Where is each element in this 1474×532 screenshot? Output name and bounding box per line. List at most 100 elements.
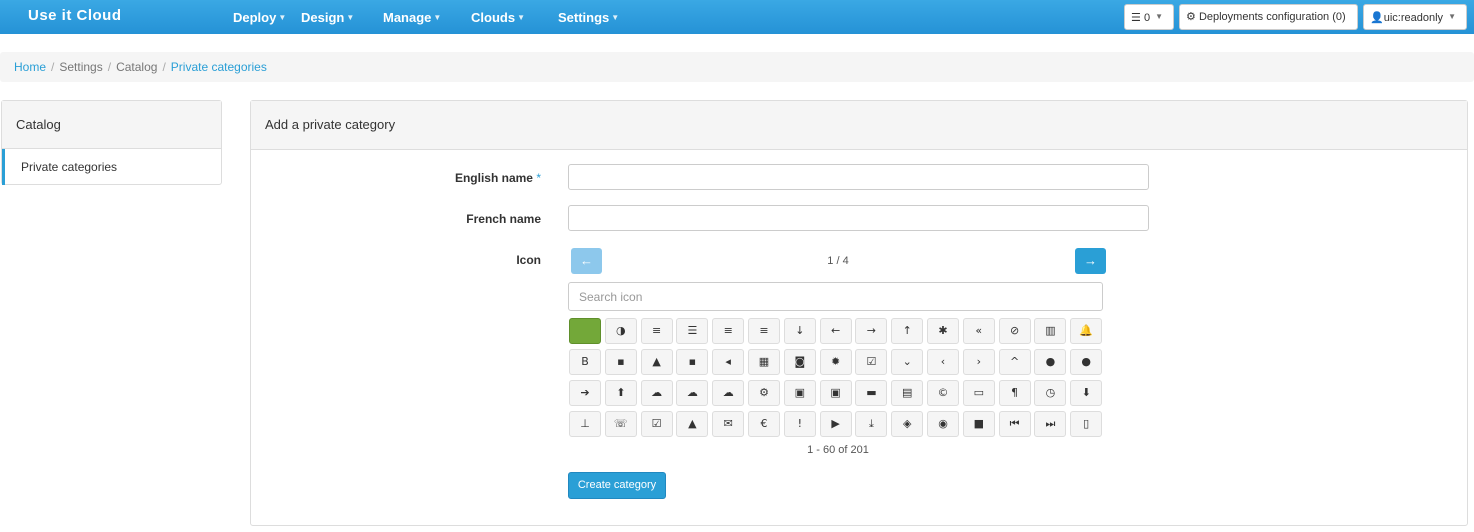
align-justify-icon[interactable]: ☰ <box>676 318 709 344</box>
bold-icon[interactable]: B <box>569 349 601 375</box>
nav-menu-clouds-label: Clouds <box>471 10 516 25</box>
backward-icon[interactable]: « <box>962 318 995 344</box>
breadcrumb-private-categories[interactable]: Private categories <box>171 60 267 74</box>
cloud-icon[interactable]: ☁ <box>640 380 673 406</box>
panel-title: Add a private category <box>251 101 1467 150</box>
credit-card-icon[interactable]: ▭ <box>962 380 995 406</box>
chevron-right-icon[interactable]: › <box>962 349 995 375</box>
caret-down-icon: ▼ <box>611 13 620 22</box>
certificate-icon[interactable]: ✹ <box>819 349 852 375</box>
caret-down-icon: ▼ <box>1155 12 1164 21</box>
english-name-input[interactable] <box>568 164 1149 190</box>
english-name-label-text: English name <box>454 171 533 185</box>
eye-close-icon[interactable]: ◈ <box>891 411 924 437</box>
arrow-right-icon[interactable]: → <box>855 318 888 344</box>
cloud-upload-icon[interactable]: ☁ <box>712 380 745 406</box>
arrow-left-icon: ← <box>580 253 593 268</box>
previous-page-button[interactable]: ← <box>571 248 602 274</box>
french-name-input[interactable] <box>568 205 1149 231</box>
check-icon[interactable]: ☑ <box>855 349 888 375</box>
ban-icon[interactable]: ⊘ <box>998 318 1031 344</box>
nav-menu-deploy[interactable]: Deploy ▼ <box>233 10 286 25</box>
compressed-icon[interactable]: ▤ <box>891 380 924 406</box>
arrow-right-icon: → <box>1084 253 1097 268</box>
arrow-left-icon[interactable]: ← <box>819 318 852 344</box>
euro-icon[interactable]: € <box>748 411 780 437</box>
breadcrumb: Home / Settings / Catalog / Private categories <box>0 52 1474 82</box>
arrow-down-icon[interactable]: ↓ <box>783 318 816 344</box>
circle-arrow-down-icon[interactable]: ● <box>1034 349 1067 375</box>
eject-icon[interactable]: ▲ <box>676 411 709 437</box>
align-right-icon[interactable]: ≡ <box>748 318 780 344</box>
exclamation-icon[interactable]: ! <box>783 411 816 437</box>
cog-icon[interactable]: ⚙ <box>748 380 780 406</box>
bullhorn-icon[interactable]: ◂ <box>712 349 745 375</box>
align-left-icon[interactable]: ≡ <box>712 318 745 344</box>
calendar-icon[interactable]: ▦ <box>748 349 780 375</box>
search-icon-input[interactable] <box>568 282 1103 311</box>
french-name-label: French name <box>466 212 541 226</box>
chevron-up-icon[interactable]: ^ <box>998 349 1031 375</box>
asterisk-icon[interactable]: ✱ <box>927 318 959 344</box>
deployments-configuration-button[interactable]: ⚙ Deployments configuration (0) <box>1179 4 1358 30</box>
circle-arrow-up-icon[interactable]: ⬆ <box>604 380 637 406</box>
nav-menu-settings[interactable]: Settings ▼ <box>558 10 619 25</box>
chevron-left-icon[interactable]: ‹ <box>927 349 959 375</box>
nav-menu-manage[interactable]: Manage ▼ <box>383 10 441 25</box>
dashboard-icon[interactable]: ◷ <box>1034 380 1067 406</box>
breadcrumb-home[interactable]: Home <box>14 60 46 74</box>
align-center-icon[interactable]: ≡ <box>640 318 673 344</box>
user-icon: 👤 <box>1370 12 1384 24</box>
camera-icon[interactable]: ◙ <box>783 349 816 375</box>
arrow-up-icon[interactable]: ↑ <box>891 318 924 344</box>
collapse-down-icon[interactable]: ▣ <box>783 380 816 406</box>
bookmark-icon[interactable]: ▲ <box>640 349 673 375</box>
cog-icon: ⚙ <box>1186 11 1196 23</box>
nav-menu-clouds[interactable]: Clouds ▼ <box>471 10 525 25</box>
download-icon[interactable]: ⬇ <box>1070 380 1103 406</box>
edit-icon[interactable]: ☑ <box>640 411 673 437</box>
caret-down-icon: ▼ <box>278 13 287 22</box>
nav-menu-design[interactable]: Design ▼ <box>301 10 354 25</box>
collapse-up-icon[interactable]: ▣ <box>819 380 852 406</box>
list-icon: ☰ <box>1131 12 1141 24</box>
brand-logo[interactable]: Use it Cloud <box>28 7 122 24</box>
page-indicator: 1 / 4 <box>827 255 849 267</box>
circle-arrow-right-icon[interactable]: ➔ <box>569 380 601 406</box>
fast-backward-icon[interactable]: ⏮ <box>998 411 1031 437</box>
barcode-icon[interactable]: ▥ <box>1034 318 1067 344</box>
cloud-download-icon[interactable]: ☁ <box>676 380 709 406</box>
book-icon[interactable]: ▪ <box>604 349 637 375</box>
breadcrumb-settings: Settings <box>59 60 103 74</box>
user-menu-button[interactable]: 👤uic:readonly ▼ <box>1363 4 1467 30</box>
adjust-half-icon[interactable]: ◑ <box>604 318 637 344</box>
copyright-icon[interactable]: © <box>927 380 959 406</box>
next-page-button[interactable]: → <box>1075 248 1106 274</box>
caret-down-icon: ▼ <box>346 13 355 22</box>
chevron-down-icon[interactable]: ⌄ <box>891 349 924 375</box>
comment-icon[interactable]: ▬ <box>855 380 888 406</box>
briefcase-icon[interactable]: ▪ <box>676 349 709 375</box>
sidebar-item-private-categories[interactable]: Private categories <box>2 149 221 185</box>
download-alt-icon[interactable]: ⊥ <box>569 411 601 437</box>
earphone-icon[interactable]: ☏ <box>604 411 637 437</box>
eye-open-icon[interactable]: ◉ <box>927 411 959 437</box>
breadcrumb-separator: / <box>162 60 166 74</box>
cutlery-icon[interactable]: ¶ <box>998 380 1031 406</box>
facetime-video-icon[interactable]: ■ <box>962 411 995 437</box>
file-icon[interactable]: ▯ <box>1070 411 1103 437</box>
adjust-icon[interactable] <box>569 318 601 344</box>
caret-down-icon: ▼ <box>433 13 442 22</box>
queue-button[interactable]: ☰ 0 ▼ <box>1124 4 1174 30</box>
circle-arrow-left-icon[interactable]: ● <box>1070 349 1103 375</box>
bell-icon[interactable]: 🔔 <box>1070 318 1103 344</box>
export-icon[interactable]: ⤓ <box>855 411 888 437</box>
nav-menu-manage-label: Manage <box>383 10 432 25</box>
expand-icon[interactable]: ▶ <box>819 411 852 437</box>
top-navbar: Use it Cloud Deploy ▼ Design ▼ Manage ▼ Clo… <box>0 0 1474 34</box>
create-category-button[interactable]: Create category <box>568 472 666 499</box>
nav-menu-design-label: Design <box>301 10 345 25</box>
fast-forward-icon[interactable]: ⏭ <box>1034 411 1067 437</box>
envelope-icon[interactable]: ✉ <box>712 411 745 437</box>
sidebar-panel: Catalog Private categories <box>1 100 222 185</box>
